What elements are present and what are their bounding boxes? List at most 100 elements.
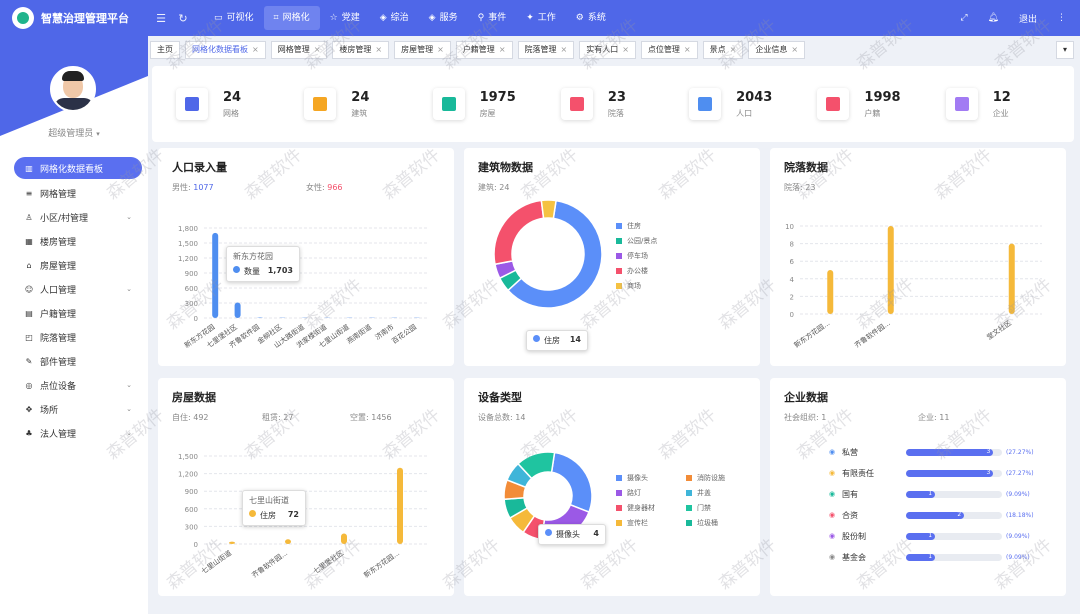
sidebar-item-2[interactable]: ♙ 小区/村管理 ⌄ bbox=[14, 205, 142, 229]
bar: 3 bbox=[906, 468, 994, 477]
nav-item-1[interactable]: ⌗ 网格化 bbox=[263, 6, 320, 30]
nav-item-6[interactable]: ✦ 工作 bbox=[516, 6, 566, 30]
avatar[interactable] bbox=[50, 66, 96, 112]
nav-item-7[interactable]: ⚙ 系统 bbox=[566, 6, 616, 30]
tab-label: 实有人口 bbox=[586, 45, 619, 54]
close-icon[interactable]: × bbox=[791, 45, 798, 54]
legend-item[interactable]: 健身器材 bbox=[616, 500, 686, 515]
legend-item[interactable]: 住房 bbox=[616, 218, 657, 233]
category-icon: ◉ bbox=[828, 511, 836, 519]
x-tick-label: 百花公园 bbox=[390, 322, 418, 345]
tab-label: 网格化数据看板 bbox=[192, 45, 248, 54]
sidebar-item-label: 法人管理 bbox=[40, 429, 77, 440]
tab-6[interactable]: 院落管理 × bbox=[517, 41, 575, 59]
stat-1[interactable]: 24 建筑 bbox=[304, 88, 432, 120]
sidebar-item-9[interactable]: ◎ 点位设备 ⌄ bbox=[14, 373, 142, 397]
close-icon[interactable]: × bbox=[622, 45, 629, 54]
legend-item[interactable]: 商场 bbox=[616, 278, 657, 293]
tab-10[interactable]: 企业信息 × bbox=[748, 41, 806, 59]
house-bar-chart[interactable]: 0 300 600 900 1,200 1,500 七里山街道 齐鲁软件园... 七里堡社区 新东… bbox=[158, 378, 454, 596]
close-icon[interactable]: × bbox=[730, 45, 737, 54]
stats-row: 24 网格 24 建筑 1975 房屋 23 院落 2043 人口 1998 户籍 12 企业 bbox=[152, 66, 1074, 142]
stat-3[interactable]: 23 院落 bbox=[561, 88, 689, 120]
sidebar-item-8[interactable]: ✎ 部件管理 bbox=[14, 349, 142, 373]
sidebar-item-11[interactable]: ♣ 法人管理 ⌄ bbox=[14, 421, 142, 445]
legend-item[interactable]: 摄像头 bbox=[616, 470, 686, 485]
sidebar-item-5[interactable]: ☺ 人口管理 ⌄ bbox=[14, 277, 142, 301]
user-menu[interactable]: 超级管理员 ▾ bbox=[0, 126, 148, 139]
legend-label: 路灯 bbox=[627, 488, 641, 497]
person-icon: ☺ bbox=[24, 284, 34, 294]
x-tick-label: 齐鲁软件园... bbox=[250, 548, 289, 579]
enterprise-row[interactable]: ◉ 国有 1 (9.09%) bbox=[826, 484, 1046, 504]
close-icon[interactable]: × bbox=[684, 45, 691, 54]
sidebar-item-7[interactable]: ◰ 院落管理 bbox=[14, 325, 142, 349]
bar-value: 1 bbox=[928, 489, 933, 497]
legend-item[interactable]: 公园/景点 bbox=[616, 233, 657, 248]
tab-label: 企业信息 bbox=[755, 45, 788, 54]
more-icon[interactable]: ⋮ bbox=[1057, 13, 1066, 23]
tab-1[interactable]: 网格化数据看板 × bbox=[185, 41, 266, 59]
legend-item[interactable]: 停车场 bbox=[616, 248, 657, 263]
tab-7[interactable]: 实有人口 × bbox=[579, 41, 636, 59]
stat-0[interactable]: 24 网格 bbox=[176, 88, 304, 120]
chevron-down-icon[interactable]: ▾ bbox=[1056, 41, 1074, 59]
menu-toggle-icon[interactable]: ☰ bbox=[150, 12, 172, 25]
logout-link[interactable]: 退出 bbox=[1019, 12, 1037, 25]
enterprise-row[interactable]: ◉ 基金会 1 (9.09%) bbox=[826, 547, 1046, 567]
nav-item-5[interactable]: ⚲ 事件 bbox=[468, 6, 517, 30]
x-tick-label: 堂文社区 bbox=[985, 318, 1013, 341]
bar-value: 3 bbox=[986, 468, 991, 476]
sidebar-item-0[interactable]: ▥ 网格化数据看板 bbox=[14, 157, 142, 179]
y-tick-label: 900 bbox=[185, 270, 198, 278]
nav-item-3[interactable]: ◈ 综治 bbox=[370, 6, 419, 30]
population-bar-chart[interactable]: 03006009001,2001,5001,800新东方花园七里堡社区齐鲁软件园… bbox=[158, 148, 454, 366]
chart-tooltip: 新东方花园 数量 1,703 bbox=[226, 246, 300, 282]
sidebar-item-3[interactable]: ▦ 楼房管理 bbox=[14, 229, 142, 253]
enterprise-row[interactable]: ◉ 有限责任 3 (27.27%) bbox=[826, 463, 1046, 483]
enterprise-row[interactable]: ◉ 私营 3 (27.27%) bbox=[826, 442, 1046, 462]
legend-item[interactable]: 垃圾桶 bbox=[686, 515, 756, 530]
legend-item[interactable]: 宣传栏 bbox=[616, 515, 686, 530]
nav-item-0[interactable]: ▭ 可视化 bbox=[204, 6, 264, 30]
enterprise-row[interactable]: ◉ 股份制 1 (9.09%) bbox=[826, 526, 1046, 546]
tab-9[interactable]: 景点 × bbox=[702, 41, 744, 59]
sidebar-item-4[interactable]: ⌂ 房屋管理 bbox=[14, 253, 142, 277]
enterprise-row[interactable]: ◉ 合资 2 (18.18%) bbox=[826, 505, 1046, 525]
close-icon[interactable]: × bbox=[252, 45, 259, 54]
bell-icon[interactable]: 🔔︎ bbox=[988, 13, 999, 23]
tab-3[interactable]: 楼房管理 × bbox=[332, 41, 390, 59]
category-label: 有限责任 bbox=[842, 468, 874, 478]
stat-5[interactable]: 1998 户籍 bbox=[817, 88, 945, 120]
legend-item[interactable]: 井盖 bbox=[686, 485, 756, 500]
nav-item-4[interactable]: ◈ 服务 bbox=[419, 6, 468, 30]
legend-item[interactable]: 门禁 bbox=[686, 500, 756, 515]
stat-4[interactable]: 2043 人口 bbox=[689, 88, 817, 120]
close-icon[interactable]: × bbox=[314, 45, 321, 54]
close-icon[interactable]: × bbox=[561, 45, 568, 54]
close-icon[interactable]: × bbox=[375, 45, 382, 54]
refresh-icon[interactable]: ↻ bbox=[172, 12, 194, 25]
close-icon[interactable]: × bbox=[437, 45, 444, 54]
building-donut-chart[interactable] bbox=[464, 148, 760, 366]
tab-4[interactable]: 房屋管理 × bbox=[394, 41, 451, 59]
stat-6[interactable]: 12 企业 bbox=[946, 88, 1074, 120]
bar: 1 bbox=[906, 532, 936, 540]
fullscreen-icon[interactable]: ⤢ bbox=[960, 13, 967, 23]
stat-2[interactable]: 1975 房屋 bbox=[433, 88, 561, 120]
tab-2[interactable]: 网格管理 × bbox=[270, 41, 328, 59]
sidebar-item-10[interactable]: ✥ 场所 ⌄ bbox=[14, 397, 142, 421]
tab-8[interactable]: 点位管理 × bbox=[640, 41, 698, 59]
legend-item[interactable]: 消防设施 bbox=[686, 470, 756, 485]
nav-item-2[interactable]: ☆ 党建 bbox=[320, 6, 370, 30]
tab-5[interactable]: 户籍管理 × bbox=[455, 41, 513, 59]
legend-item[interactable]: 办公楼 bbox=[616, 263, 657, 278]
yard-bar-chart[interactable]: 0 2 4 6 8 10 新东方花园... 齐鲁软件园... 堂文社区 bbox=[770, 148, 1066, 366]
y-tick-label: 1,200 bbox=[178, 471, 198, 479]
brand[interactable]: 智慧治理管理平台 bbox=[0, 7, 150, 29]
sidebar-item-1[interactable]: ≡ 网格管理 bbox=[14, 181, 142, 205]
close-icon[interactable]: × bbox=[499, 45, 506, 54]
tab-0[interactable]: 主页 bbox=[150, 41, 180, 59]
sidebar-item-6[interactable]: ▤ 户籍管理 bbox=[14, 301, 142, 325]
legend-item[interactable]: 路灯 bbox=[616, 485, 686, 500]
